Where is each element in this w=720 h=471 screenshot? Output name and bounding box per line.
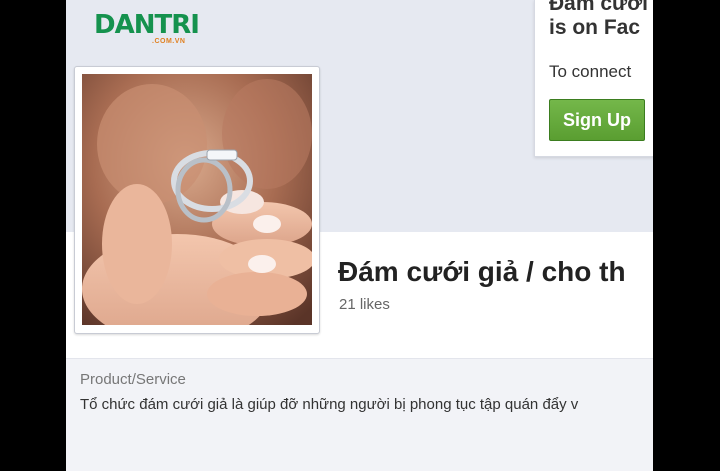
signup-connect-text: To connect — [549, 62, 632, 81]
page-title[interactable]: Đám cưới giả / cho th — [338, 256, 626, 288]
dantri-logo: DANTRI .COM.VN — [94, 10, 200, 45]
signup-heading-line1: Đám cưới — [549, 0, 649, 15]
facebook-page-frame: DANTRI .COM.VN Đám cưới is on Fac To con… — [66, 0, 653, 471]
signup-heading-line2: is on Fac — [549, 16, 641, 39]
page-category: Product/Service — [80, 371, 186, 388]
sign-up-button[interactable]: Sign Up — [549, 99, 645, 141]
profile-photo-rings — [82, 74, 312, 325]
profile-picture-frame[interactable] — [74, 66, 320, 334]
page-likes-count[interactable]: 21 likes — [339, 296, 390, 313]
page-description: Tổ chức đám cưới giả là giúp đỡ những ng… — [80, 396, 579, 413]
logo-subtext: .COM.VN — [152, 38, 186, 45]
about-section: Product/Service Tổ chức đám cưới giả là … — [66, 358, 653, 471]
logo-text: DANTRI — [94, 10, 200, 40]
signup-prompt-box: Đám cưới is on Fac To connect Sign Up — [534, 0, 653, 157]
